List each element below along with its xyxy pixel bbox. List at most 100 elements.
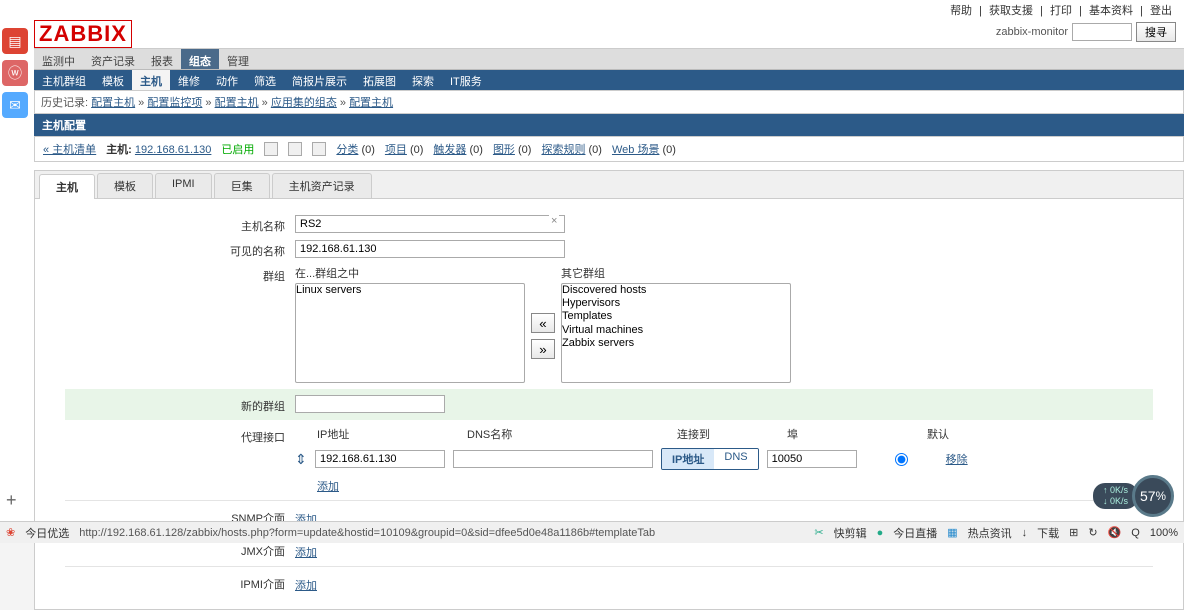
plus-icon[interactable]: + <box>6 490 17 511</box>
sidebar-icon-chat[interactable]: ✉ <box>2 92 28 118</box>
link-triggers[interactable]: 触发器 <box>433 144 466 156</box>
subnav-actions[interactable]: 动作 <box>208 70 246 90</box>
subnav-slides[interactable]: 简报片展示 <box>284 70 355 90</box>
nav-reports[interactable]: 报表 <box>143 49 181 69</box>
proxy-label: 代理接口 <box>65 426 295 445</box>
groups-label: 群组 <box>65 265 295 284</box>
search-button[interactable]: 搜寻 <box>1136 22 1176 42</box>
subnav-itservices[interactable]: IT服务 <box>442 70 490 90</box>
speed-gauge[interactable]: 57% <box>1132 475 1174 517</box>
subnav-maps[interactable]: 拓展图 <box>355 70 404 90</box>
link-web[interactable]: Web 场景 <box>612 144 659 156</box>
nav-config[interactable]: 组态 <box>181 49 219 69</box>
link-items[interactable]: 项目 <box>385 144 407 156</box>
statusbar: ❀ 今日优选 http://192.168.61.128/zabbix/host… <box>0 521 1184 543</box>
col-port: 埠 <box>787 426 927 442</box>
move-left-button[interactable]: « <box>531 313 555 333</box>
bc-3[interactable]: 应用集的组态 <box>271 97 337 109</box>
tabs: 主机 模板 IPMI 巨集 主机资产记录 <box>35 171 1183 199</box>
move-right-button[interactable]: » <box>531 339 555 359</box>
sub-nav: 主机群组 模板 主机 维修 动作 筛选 简报片展示 拓展图 探索 IT服务 <box>34 70 1184 90</box>
link-logout[interactable]: 登出 <box>1150 5 1172 17</box>
newgroup-input[interactable] <box>295 395 445 413</box>
nav-monitor[interactable]: 监测中 <box>34 49 83 69</box>
toggle-ip[interactable]: IP地址 <box>662 449 714 469</box>
col-dns: DNS名称 <box>467 426 677 442</box>
clear-hostname-icon[interactable]: × <box>549 215 559 227</box>
col-connect: 连接到 <box>677 426 787 442</box>
iface-remove-link[interactable]: 移除 <box>946 451 968 467</box>
subnav-filters[interactable]: 筛选 <box>246 70 284 90</box>
tab-inventory[interactable]: 主机资产记录 <box>272 173 372 198</box>
tab-ipmi[interactable]: IPMI <box>155 173 212 198</box>
link-print[interactable]: 打印 <box>1050 5 1072 17</box>
col-ip: IP地址 <box>317 426 467 442</box>
subnav-hosts[interactable]: 主机 <box>132 70 170 90</box>
status-url: http://192.168.61.128/zabbix/hosts.php?f… <box>79 527 655 539</box>
iface-port-input[interactable] <box>767 450 857 468</box>
subnav-hostgroups[interactable]: 主机群组 <box>34 70 94 90</box>
bc-4[interactable]: 配置主机 <box>349 97 393 109</box>
status-link-0[interactable]: 快剪辑 <box>834 525 867 541</box>
other-groups-select[interactable]: Discovered hosts Hypervisors Templates V… <box>561 283 791 383</box>
logo: ZABBIX <box>34 20 132 48</box>
server-name: zabbix-monitor <box>996 26 1068 38</box>
sidebar-icon-weibo[interactable]: ⓦ <box>2 60 28 86</box>
tab-templates[interactable]: 模板 <box>97 173 153 198</box>
visiblename-input[interactable] <box>295 240 565 258</box>
tab-host[interactable]: 主机 <box>39 174 95 199</box>
status-icon-sound[interactable]: 🔇 <box>1108 526 1122 539</box>
bc-0[interactable]: 配置主机 <box>91 97 135 109</box>
status-icon-ext[interactable]: ⊞ <box>1069 526 1078 539</box>
other-groups-header: 其它群组 <box>561 265 791 281</box>
bc-1[interactable]: 配置监控项 <box>147 97 202 109</box>
status-icon-refresh[interactable]: ↻ <box>1088 526 1097 539</box>
speed-widget: ↑ 0K/s ↓ 0K/s 57% <box>1093 475 1174 517</box>
newgroup-label: 新的群组 <box>65 395 295 414</box>
host-ip-link[interactable]: 192.168.61.130 <box>135 144 211 156</box>
link-help[interactable]: 帮助 <box>950 5 972 17</box>
breadcrumb: 历史记录: 配置主机 » 配置监控项 » 配置主机 » 应用集的组态 » 配置主… <box>34 90 1184 114</box>
hostname-label: 主机名称 <box>65 215 295 234</box>
tab-macros[interactable]: 巨集 <box>214 173 270 198</box>
ipmi-add-link[interactable]: 添加 <box>295 577 317 593</box>
iface-dns-input[interactable] <box>453 450 653 468</box>
status-icon-3 <box>312 142 326 156</box>
hostname-input[interactable] <box>295 215 565 233</box>
status-link-2[interactable]: 热点资讯 <box>968 525 1012 541</box>
sidebar-icon-1[interactable]: ▤ <box>2 28 28 54</box>
host-list-link[interactable]: « 主机清单 <box>43 141 96 157</box>
bc-2[interactable]: 配置主机 <box>215 97 259 109</box>
status-link-3[interactable]: 下载 <box>1037 525 1059 541</box>
status-icon-1 <box>264 142 278 156</box>
status-enabled: 已启用 <box>221 141 254 157</box>
link-profile[interactable]: 基本资料 <box>1089 5 1133 17</box>
drag-handle-icon[interactable]: ⇕ <box>295 451 307 468</box>
jmx-add-link[interactable]: 添加 <box>295 544 317 560</box>
toggle-dns[interactable]: DNS <box>714 449 757 469</box>
subnav-maintenance[interactable]: 维修 <box>170 70 208 90</box>
status-zoom[interactable]: 100% <box>1150 527 1178 539</box>
infobar: « 主机清单 主机: 192.168.61.130 已启用 分类 (0) 项目 … <box>34 136 1184 162</box>
nav-inventory[interactable]: 资产记录 <box>83 49 143 69</box>
link-support[interactable]: 获取支援 <box>989 5 1033 17</box>
ipmi-label: IPMI介面 <box>65 573 295 592</box>
subnav-templates[interactable]: 模板 <box>94 70 132 90</box>
status-icon-2 <box>288 142 302 156</box>
status-link-1[interactable]: 今日直播 <box>893 525 937 541</box>
link-discovery[interactable]: 探索规则 <box>541 144 585 156</box>
iface-default-radio[interactable] <box>895 453 908 466</box>
visiblename-label: 可见的名称 <box>65 240 295 259</box>
link-applications[interactable]: 分类 <box>336 144 358 156</box>
page-title: 主机配置 <box>34 114 1184 136</box>
in-groups-select[interactable]: Linux servers <box>295 283 525 383</box>
status-today[interactable]: 今日优选 <box>25 525 69 541</box>
top-links: 帮助 | 获取支援 | 打印 | 基本资料 | 登出 <box>946 2 1176 18</box>
iface-ip-input[interactable] <box>315 450 445 468</box>
nav-admin[interactable]: 管理 <box>219 49 257 69</box>
agent-add-link[interactable]: 添加 <box>317 478 339 494</box>
subnav-discovery[interactable]: 探索 <box>404 70 442 90</box>
link-graphs[interactable]: 图形 <box>493 144 515 156</box>
search-input[interactable] <box>1072 23 1132 41</box>
connect-toggle: IP地址 DNS <box>661 448 759 470</box>
